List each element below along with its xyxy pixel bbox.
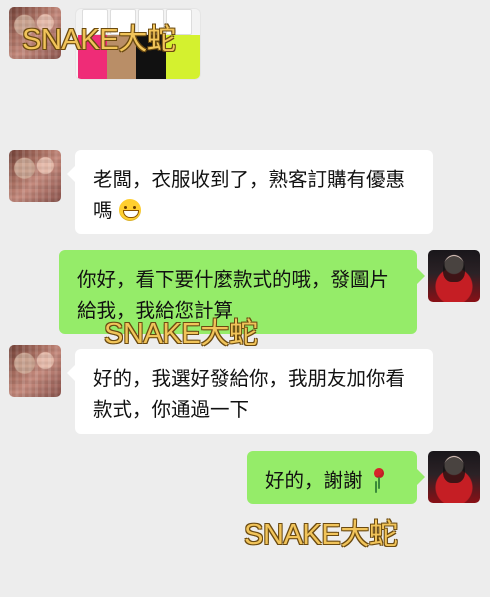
message-bubble-incoming[interactable]: 好的，我選好發給你，我朋友加你看款式，你通過一下 [67, 349, 433, 434]
watermark-bottom: SNAKE大蛇 [244, 519, 398, 551]
message-bubble-incoming[interactable]: 老闆，衣服收到了，熟客訂購有優惠嗎 [67, 150, 433, 234]
message-text: 好的，我選好發給你，我朋友加你看款式，你通過一下 [93, 367, 406, 421]
message-text: 你好，看下要什麼款式的哦，發圖片給我，我給您計算 [77, 268, 390, 322]
self-avatar[interactable] [428, 451, 480, 503]
grinning-face-icon [118, 199, 141, 221]
message-bubble-outgoing[interactable]: 好的，謝謝 [247, 451, 425, 504]
rose-icon [371, 468, 387, 490]
message-text: 好的，謝謝 [265, 469, 363, 492]
self-avatar[interactable] [428, 250, 480, 302]
contact-avatar[interactable] [9, 150, 61, 202]
watermark-middle: SNAKE大蛇 [104, 318, 258, 350]
contact-avatar[interactable] [9, 345, 61, 397]
watermark-top: SNAKE大蛇 [22, 24, 176, 56]
